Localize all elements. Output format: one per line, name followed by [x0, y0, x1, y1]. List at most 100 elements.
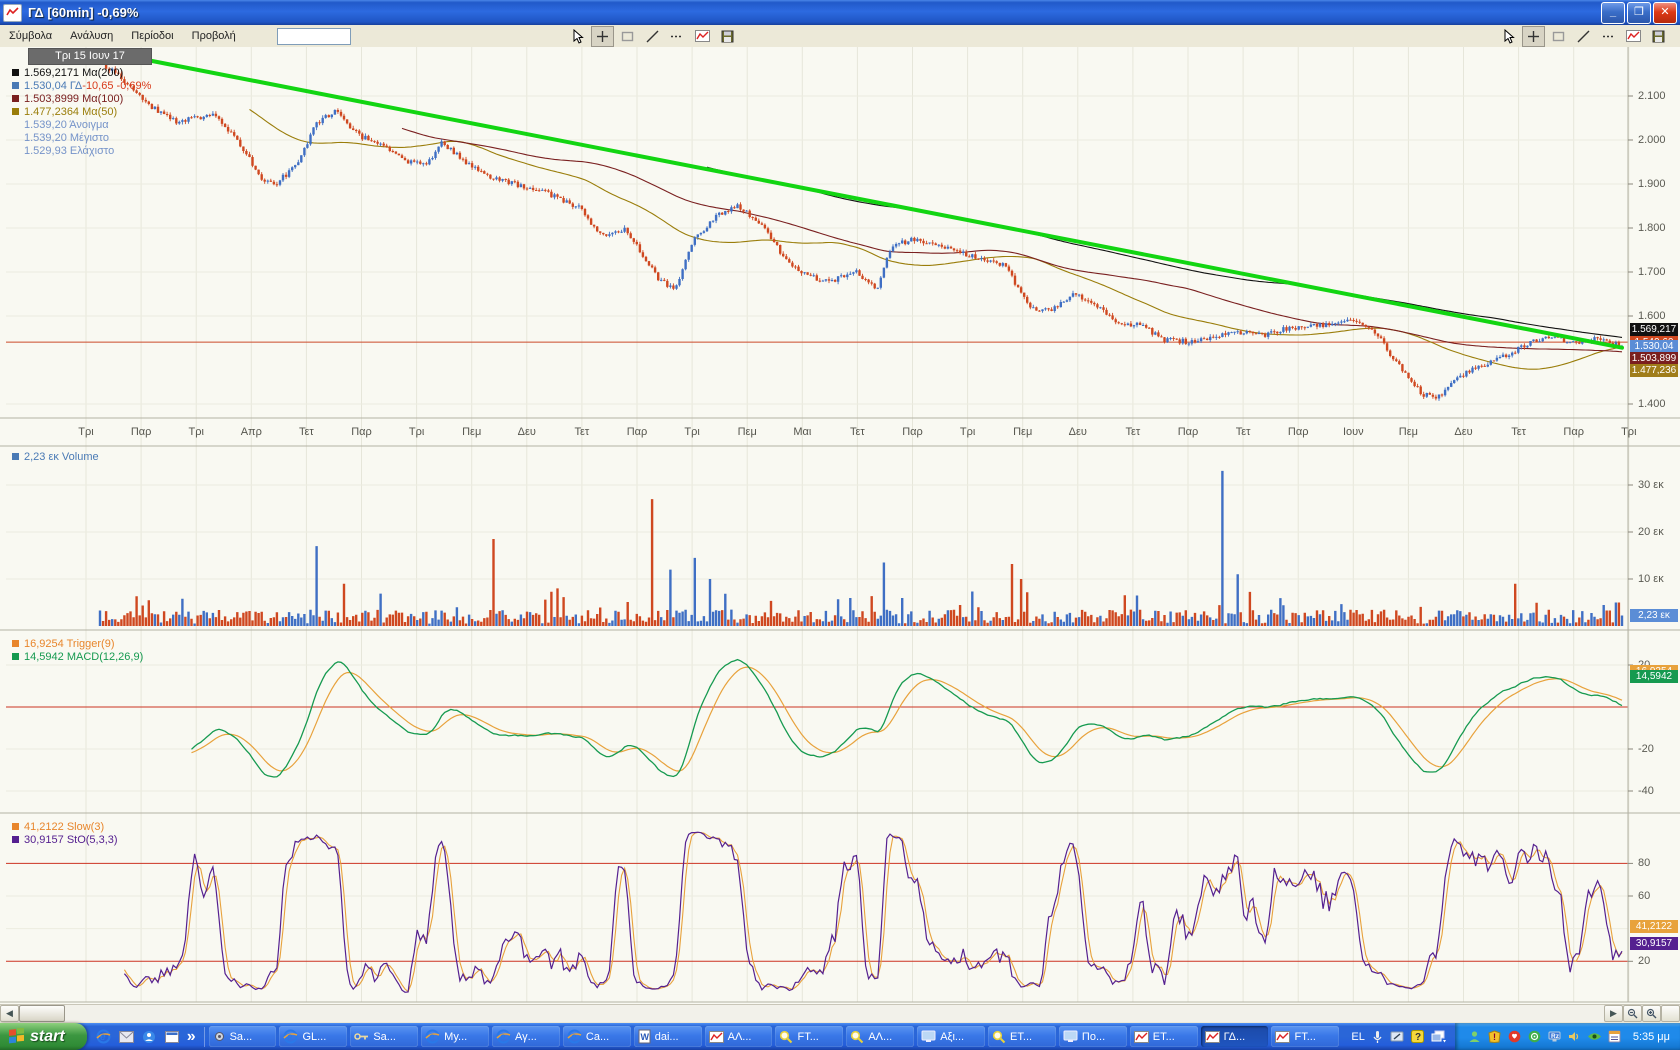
title-bar[interactable]: ΓΔ [60min] -0,69% _ ❐ ✕: [0, 0, 1680, 25]
tray-eye-icon[interactable]: [1587, 1029, 1602, 1044]
taskbar-button-10[interactable]: ΑΛ...: [846, 1026, 914, 1047]
taskbar-button-11[interactable]: Αξι...: [917, 1026, 985, 1047]
taskbar-button-4[interactable]: eMy...: [421, 1026, 489, 1047]
taskbar: start e» Sa...eGL...Sa...eMy...eΑγ...eCa…: [0, 1023, 1680, 1050]
chart-canvas[interactable]: [0, 47, 1680, 1004]
taskbar-button-12[interactable]: ET...: [988, 1026, 1056, 1047]
svg-text:e: e: [429, 1032, 435, 1043]
pointer-tool-icon[interactable]: [1497, 26, 1520, 47]
quick-launch-messenger-icon[interactable]: [141, 1028, 158, 1045]
taskbar-button-label: ΓΔ...: [1224, 1031, 1246, 1043]
word-icon: W: [638, 1029, 651, 1044]
taskbar-button-6[interactable]: e Ca...: [563, 1026, 631, 1047]
pointer-tool-icon[interactable]: [566, 26, 589, 47]
minimize-button[interactable]: _: [1601, 2, 1625, 24]
toolbar-right: [1497, 26, 1670, 47]
chart-tool-icon[interactable]: [691, 26, 714, 47]
taskbar-button-7[interactable]: Wdai...: [634, 1026, 702, 1047]
taskbar-button-14[interactable]: ET...: [1130, 1026, 1198, 1047]
rectangle-tool-icon[interactable]: [1547, 26, 1570, 47]
zoom-out-button[interactable]: [1623, 1005, 1642, 1022]
close-button[interactable]: ✕: [1653, 2, 1677, 24]
symbol-input[interactable]: [277, 28, 351, 45]
taskbar-button-label: Αγ...: [515, 1031, 537, 1043]
menu-item-2[interactable]: Ανάλυση: [61, 27, 122, 45]
dotted-line-tool-icon[interactable]: [666, 26, 689, 47]
monitor-icon: [921, 1030, 936, 1043]
save-tool-icon[interactable]: [716, 26, 739, 47]
restore-button[interactable]: ❐: [1627, 2, 1651, 24]
taskbar-button-15[interactable]: ΓΔ...: [1201, 1026, 1269, 1047]
tray-icons: ! Rz: [1467, 1029, 1622, 1044]
menu-items: ΣύμβολαΑνάλυσηΠερίοδοιΠροβολή: [0, 27, 245, 45]
scroll-thumb[interactable]: [19, 1005, 65, 1022]
taskbar-button-8[interactable]: ΑΛ...: [705, 1026, 773, 1047]
taskbar-button-13[interactable]: Πο...: [1059, 1026, 1127, 1047]
help-icon[interactable]: ?: [1411, 1030, 1424, 1043]
language-indicator[interactable]: EL: [1351, 1031, 1364, 1043]
taskbar-clock: 5:35 μμ: [1633, 1031, 1670, 1043]
trendline-tool-icon[interactable]: [641, 26, 664, 47]
svg-text:e: e: [287, 1032, 293, 1043]
gear-icon: [213, 1030, 226, 1043]
tablet-pen-icon[interactable]: [1390, 1030, 1404, 1043]
chart-tool-icon[interactable]: [1622, 26, 1645, 47]
menu-item-1[interactable]: Σύμβολα: [0, 27, 61, 45]
taskbar-button-label: ET...: [1153, 1031, 1175, 1043]
quick-launch: e»: [87, 1027, 205, 1047]
menu-item-3[interactable]: Περίοδοι: [122, 27, 182, 45]
quick-launch-show-desktop-icon[interactable]: [164, 1028, 181, 1045]
taskbar-button-label: Sa...: [373, 1031, 396, 1043]
start-button[interactable]: start: [0, 1023, 87, 1050]
tray-alert-shield-icon[interactable]: !: [1487, 1029, 1502, 1044]
zoom-in-button[interactable]: [1642, 1005, 1661, 1022]
taskbar-button-label: Ca...: [586, 1031, 609, 1043]
tray-speaker-icon[interactable]: [1567, 1029, 1582, 1044]
svg-text:W: W: [640, 1032, 649, 1042]
indicator-area: EL ?: [1343, 1030, 1454, 1044]
taskbar-button-label: Πο...: [1082, 1031, 1105, 1043]
save-tool-icon[interactable]: [1647, 26, 1670, 47]
tray-network-icon[interactable]: Rz: [1547, 1029, 1562, 1044]
crosshair-tool-icon[interactable]: [1522, 26, 1545, 47]
tray-calendar-icon[interactable]: [1607, 1029, 1622, 1044]
taskbar-button-label: Sa...: [230, 1031, 253, 1043]
taskbar-button-label: dai...: [655, 1031, 679, 1043]
taskbar-button-2[interactable]: eGL...: [279, 1026, 347, 1047]
svg-text:!: !: [1493, 1032, 1496, 1042]
window-controls: _ ❐ ✕: [1599, 2, 1677, 24]
scroll-right-button[interactable]: ▶: [1604, 1005, 1623, 1022]
taskbar-button-5[interactable]: e Αγ...: [492, 1026, 560, 1047]
tray-target-icon[interactable]: [1527, 1029, 1542, 1044]
tray-user-icon[interactable]: [1467, 1029, 1482, 1044]
tray-heart-icon[interactable]: [1507, 1029, 1522, 1044]
menu-item-4[interactable]: Προβολή: [183, 27, 245, 45]
taskbar-button-label: FT...: [797, 1031, 818, 1043]
quick-launch-overflow-chevron[interactable]: »: [187, 1028, 196, 1046]
scroll-track[interactable]: [65, 1005, 1604, 1022]
dotted-line-tool-icon[interactable]: [1597, 26, 1620, 47]
task-buttons: Sa...eGL...Sa...eMy...eΑγ...eCa...Wdai..…: [205, 1026, 1344, 1047]
trendline-tool-icon[interactable]: [1572, 26, 1595, 47]
taskbar-button-9[interactable]: FT...: [775, 1026, 843, 1047]
quick-launch-ie-icon[interactable]: e: [95, 1028, 112, 1045]
chart-icon: [1275, 1031, 1290, 1043]
key-icon: [354, 1032, 369, 1041]
svg-text:e: e: [571, 1032, 577, 1043]
taskbar-button-1[interactable]: Sa...: [209, 1026, 277, 1047]
taskbar-button-label: ET...: [1010, 1031, 1032, 1043]
horizontal-scrollbar: ◀ ▶: [0, 1004, 1680, 1022]
ie-icon: e: [425, 1029, 440, 1044]
crosshair-tool-icon[interactable]: [591, 26, 614, 47]
scroll-left-button[interactable]: ◀: [0, 1005, 19, 1022]
quick-launch-mail-icon[interactable]: [118, 1028, 135, 1045]
microphone-icon[interactable]: [1372, 1030, 1383, 1044]
magnifier-icon: [850, 1030, 864, 1044]
svg-text:e: e: [500, 1032, 506, 1043]
application-window: ΓΔ [60min] -0,69% _ ❐ ✕ ΣύμβολαΑνάλυσηΠε…: [0, 0, 1680, 1050]
rectangle-tool-icon[interactable]: [616, 26, 639, 47]
taskbar-button-3[interactable]: Sa...: [350, 1026, 418, 1047]
taskbar-button-16[interactable]: FT...: [1271, 1026, 1339, 1047]
window-cascade-icon[interactable]: [1431, 1030, 1447, 1043]
toolbar-center: [566, 26, 739, 47]
